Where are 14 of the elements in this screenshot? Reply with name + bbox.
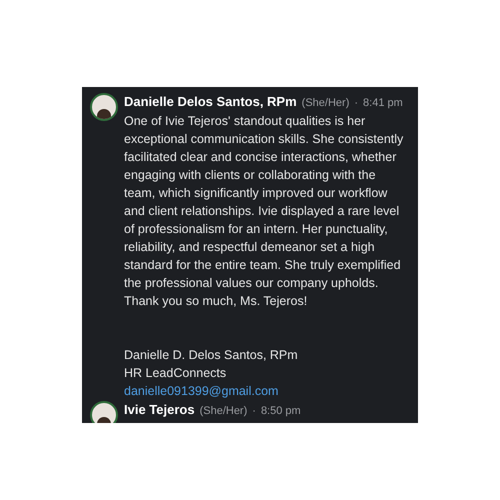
separator: ·: [354, 96, 358, 111]
signature-line: Danielle D. Delos Santos, RPm: [124, 347, 299, 364]
pronouns: (She/Her): [200, 404, 248, 419]
separator: ·: [252, 404, 256, 419]
message-time: 8:50 pm: [260, 404, 301, 419]
message-text: One of Ivie Tejeros' standout qualities is her exceptional communication skills. She consistently facilitated clear and concise interactions, whether engaging with clients or collaborating with the team, which significantly improved our workflow and client relationships. Ivie displayed a rare level of professionalism for an intern. Her punctuality, reliability, and respectful demeanor set a high standard for the entire team. She truly exemplified the professional values our company upholds. Thank you so much, Ms. Tejeros!: [124, 113, 404, 310]
author-name[interactable]: Danielle Delos Santos, RPm: [124, 93, 297, 111]
email-link[interactable]: danielle091399@gmail.com: [124, 382, 404, 400]
message-time: 8:41 pm: [363, 96, 403, 111]
signature-line: HR LeadConnects: [124, 365, 228, 382]
pronouns: (She/Her): [302, 96, 350, 111]
author-name[interactable]: Ivie Tejeros: [124, 401, 195, 419]
avatar[interactable]: [90, 401, 118, 423]
avatar[interactable]: [90, 93, 118, 121]
